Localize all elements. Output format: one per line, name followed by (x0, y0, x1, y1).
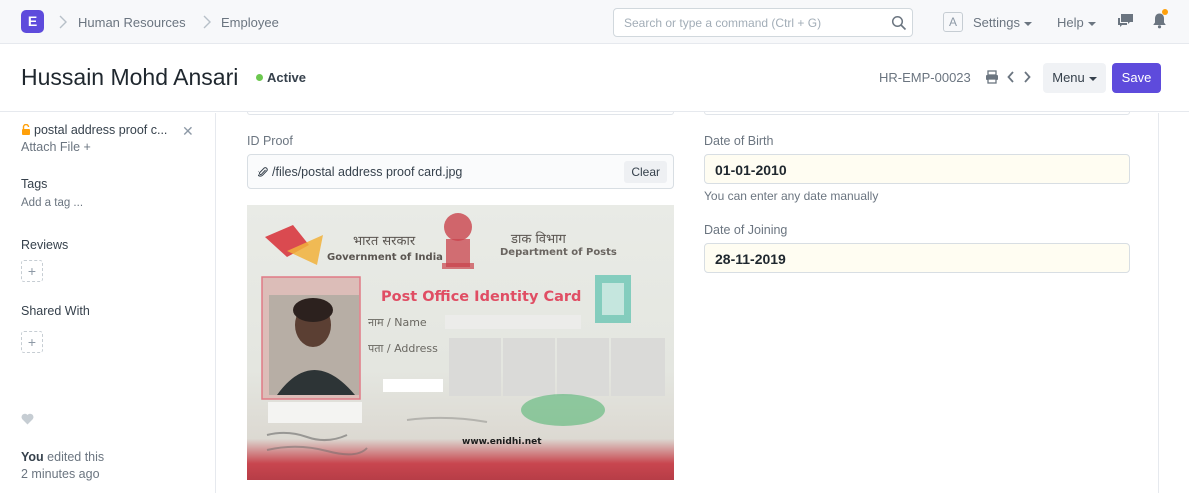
reviews-heading: Reviews (21, 238, 69, 252)
india-post-logo-icon (265, 225, 323, 265)
card-government: Government of India (327, 252, 443, 263)
attach-file-label: Attach File (21, 140, 81, 154)
add-share-button[interactable]: + (21, 331, 43, 353)
id-proof-image: भारत सरकार Government of India डाक विभाग… (247, 205, 674, 480)
menu-label: Menu (1052, 70, 1085, 85)
settings-label: Settings (973, 15, 1020, 30)
chat-icon[interactable] (1117, 13, 1134, 29)
search-input[interactable] (614, 9, 884, 36)
date-of-joining-label: Date of Joining (704, 223, 788, 237)
previous-field-bottom (704, 112, 1130, 115)
chevron-right-icon[interactable] (1022, 70, 1032, 84)
page-title: Hussain Mohd Ansari (21, 64, 239, 90)
clear-button[interactable]: Clear (624, 161, 667, 183)
date-of-joining-field[interactable]: 28-11-2019 (704, 243, 1130, 273)
add-review-button[interactable]: + (21, 260, 43, 282)
card-title: Post Office Identity Card (381, 289, 581, 305)
menu-button[interactable]: Menu (1043, 63, 1106, 93)
id-proof-path[interactable]: /files/postal address proof card.jpg (272, 165, 462, 179)
chevron-left-icon[interactable] (1006, 70, 1016, 84)
attachment-name: postal address proof c... (34, 123, 168, 137)
edited-time: 2 minutes ago (21, 467, 100, 481)
id-card-picture: भारत सरकार Government of India डाक विभाग… (261, 213, 665, 456)
shared-with-heading: Shared With (21, 304, 90, 318)
notification-dot (1162, 9, 1168, 15)
tags-heading: Tags (21, 177, 48, 191)
document-name: HR-EMP-00023 (879, 70, 971, 85)
date-of-birth-help: You can enter any date manually (704, 189, 879, 203)
status-indicator-dot (256, 74, 263, 81)
search-icon[interactable] (891, 15, 907, 31)
edited-text: edited this (47, 450, 105, 464)
heart-icon[interactable] (21, 413, 34, 425)
form-sidebar: postal address proof c... ✕ Attach File … (0, 113, 216, 493)
date-of-joining-value: 28-11-2019 (715, 251, 786, 267)
card-address-label: पता / Address (368, 342, 438, 355)
breadcrumb-human-resources[interactable]: Human Resources (78, 15, 186, 30)
card-name-label: नाम / Name (368, 316, 427, 329)
date-of-birth-label: Date of Birth (704, 134, 774, 148)
print-icon[interactable] (985, 70, 999, 84)
add-tag-link[interactable]: Add a tag ... (21, 197, 83, 209)
unlock-icon (22, 124, 30, 135)
id-proof-label: ID Proof (247, 134, 293, 148)
app-logo[interactable]: E (21, 10, 44, 33)
help-dropdown[interactable]: Help (1057, 15, 1096, 30)
form-border (1158, 113, 1159, 493)
chevron-right-icon (59, 15, 67, 29)
card-hindi-government: भारत सरकार (353, 234, 416, 249)
remove-attachment-icon[interactable]: ✕ (182, 123, 194, 140)
plus-icon: + (83, 140, 91, 154)
date-of-birth-field[interactable]: 01-01-2010 (704, 154, 1130, 184)
card-hindi-department: डाक विभाग (510, 231, 567, 247)
id-proof-field[interactable]: /files/postal address proof card.jpg Cle… (247, 154, 674, 189)
last-edited-info: You edited this 2 minutes ago (21, 449, 104, 483)
caret-down-icon (1088, 76, 1097, 81)
save-button[interactable]: Save (1112, 63, 1161, 93)
card-department: Department of Posts (500, 247, 617, 258)
paperclip-icon (258, 167, 268, 177)
navbar: E Human Resources Employee A Settings He… (0, 0, 1189, 44)
national-emblem-icon (442, 213, 474, 269)
previous-field-bottom (247, 112, 674, 115)
card-website: www.enidhi.net (462, 437, 542, 447)
breadcrumb-employee[interactable]: Employee (221, 15, 279, 30)
search-bar (613, 8, 913, 37)
card-blurred-box (268, 402, 362, 423)
caret-down-icon (1087, 21, 1096, 26)
page-head: Hussain Mohd Ansari Active HR-EMP-00023 … (0, 45, 1189, 112)
attach-file-link[interactable]: Attach File + (21, 140, 91, 154)
caret-down-icon (1023, 21, 1032, 26)
attachment-item[interactable]: postal address proof c... (21, 123, 167, 137)
editor-name: You (21, 450, 44, 464)
date-of-birth-value: 01-01-2010 (715, 162, 787, 178)
status-badge: Active (267, 70, 307, 85)
user-avatar[interactable]: A (943, 12, 963, 32)
settings-dropdown[interactable]: Settings (973, 15, 1032, 30)
chevron-right-icon (203, 15, 211, 29)
help-label: Help (1057, 15, 1084, 30)
card-stamp (521, 394, 605, 426)
